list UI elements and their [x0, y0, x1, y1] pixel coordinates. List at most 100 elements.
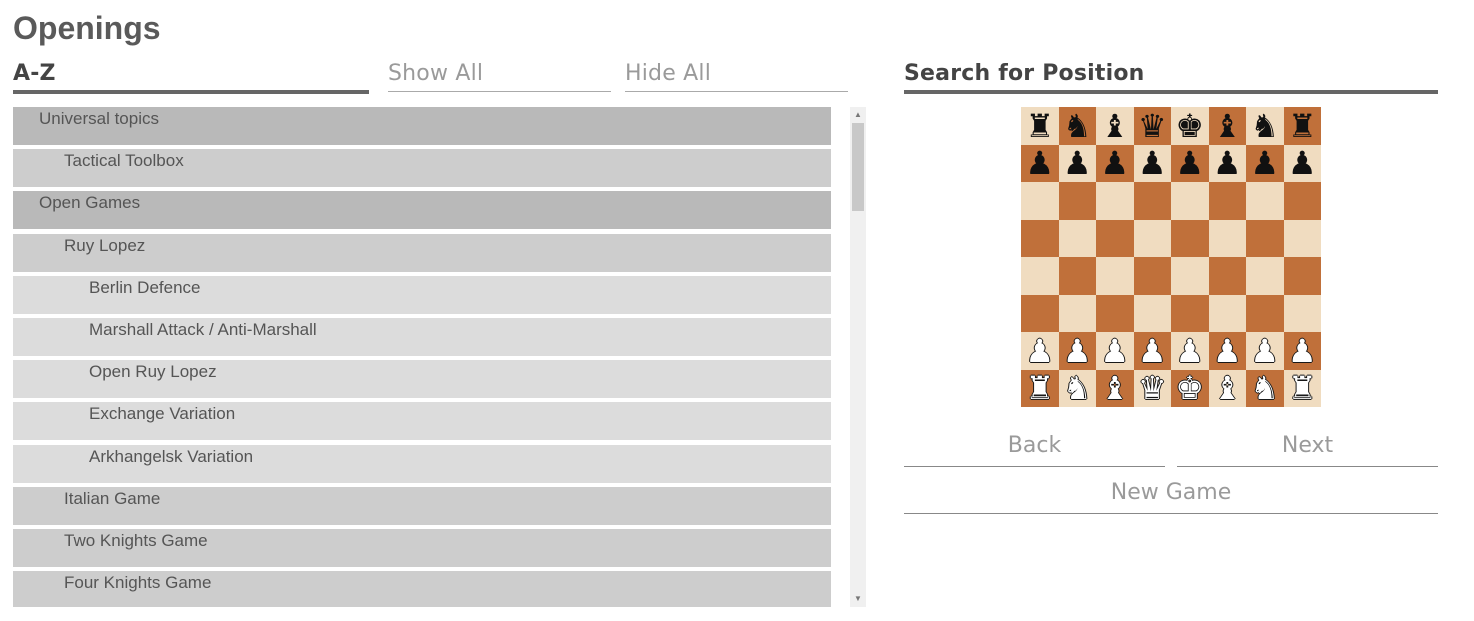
board-square[interactable]: ♞ — [1246, 107, 1284, 145]
board-square[interactable]: ♞ — [1058, 107, 1096, 145]
white-pawn-icon[interactable]: ♟ — [1213, 335, 1242, 367]
opening-list-item[interactable]: Berlin Defence — [13, 275, 831, 314]
black-bishop-icon[interactable]: ♝ — [1100, 110, 1129, 142]
scroll-thumb[interactable] — [852, 123, 864, 211]
board-square[interactable] — [1096, 182, 1134, 220]
black-pawn-icon[interactable]: ♟ — [1063, 147, 1092, 179]
white-knight-icon[interactable]: ♞ — [1250, 372, 1279, 404]
white-rook-icon[interactable]: ♜ — [1025, 372, 1054, 404]
board-square[interactable] — [1246, 182, 1284, 220]
white-pawn-icon[interactable]: ♟ — [1138, 335, 1167, 367]
board-square[interactable] — [1133, 257, 1171, 295]
board-square[interactable] — [1208, 182, 1246, 220]
board-square[interactable]: ♟ — [1058, 332, 1096, 370]
board-square[interactable] — [1133, 219, 1171, 257]
white-king-icon[interactable]: ♚ — [1175, 372, 1204, 404]
chess-board[interactable]: ♜ ♞ ♝ ♛ ♚ ♝ ♞ ♜ ♟ ♟ ♟ ♟ ♟ ♟ ♟ ♟ ♟ ♟ ♟ ♟ ♟ ♟ ♟ ♟ ♜ ♞ ♝ ♛ ♚ ♝ ♞ ♜ — [1021, 107, 1321, 407]
opening-list-item[interactable]: Ruy Lopez — [13, 233, 831, 272]
board-square[interactable] — [1171, 182, 1209, 220]
white-bishop-icon[interactable]: ♝ — [1100, 372, 1129, 404]
opening-list-item[interactable]: Open Games — [13, 191, 831, 230]
board-square[interactable] — [1283, 219, 1321, 257]
board-square[interactable] — [1058, 219, 1096, 257]
black-king-icon[interactable]: ♚ — [1175, 110, 1204, 142]
white-rook-icon[interactable]: ♜ — [1288, 372, 1317, 404]
board-square[interactable]: ♞ — [1058, 369, 1096, 407]
board-square[interactable] — [1021, 219, 1059, 257]
board-square[interactable]: ♜ — [1021, 369, 1059, 407]
show-all-button[interactable]: Show All — [388, 60, 611, 92]
black-pawn-icon[interactable]: ♟ — [1288, 147, 1317, 179]
black-pawn-icon[interactable]: ♟ — [1213, 147, 1242, 179]
black-pawn-icon[interactable]: ♟ — [1100, 147, 1129, 179]
board-square[interactable]: ♟ — [1171, 332, 1209, 370]
black-knight-icon[interactable]: ♞ — [1063, 110, 1092, 142]
white-pawn-icon[interactable]: ♟ — [1250, 335, 1279, 367]
board-square[interactable] — [1096, 257, 1134, 295]
opening-list-item[interactable]: Arkhangelsk Variation — [13, 444, 831, 483]
board-square[interactable] — [1171, 219, 1209, 257]
black-pawn-icon[interactable]: ♟ — [1175, 147, 1204, 179]
white-queen-icon[interactable]: ♛ — [1138, 372, 1167, 404]
board-square[interactable] — [1096, 294, 1134, 332]
board-square[interactable]: ♟ — [1058, 144, 1096, 182]
board-square[interactable]: ♟ — [1208, 144, 1246, 182]
board-square[interactable] — [1021, 294, 1059, 332]
white-pawn-icon[interactable]: ♟ — [1288, 335, 1317, 367]
board-square[interactable] — [1246, 294, 1284, 332]
opening-list-item[interactable]: Italian Game — [13, 486, 831, 525]
scroll-up-arrow-icon[interactable]: ▲ — [850, 109, 866, 121]
new-game-button[interactable]: New Game — [904, 480, 1438, 514]
board-square[interactable]: ♞ — [1246, 369, 1284, 407]
black-queen-icon[interactable]: ♛ — [1138, 110, 1167, 142]
board-square[interactable] — [1171, 257, 1209, 295]
board-square[interactable]: ♟ — [1021, 144, 1059, 182]
board-square[interactable]: ♟ — [1133, 144, 1171, 182]
black-rook-icon[interactable]: ♜ — [1288, 110, 1317, 142]
board-square[interactable]: ♟ — [1021, 332, 1059, 370]
board-square[interactable]: ♛ — [1133, 369, 1171, 407]
board-square[interactable]: ♚ — [1171, 369, 1209, 407]
openings-scrollbar[interactable]: ▲ ▼ — [850, 107, 866, 607]
board-square[interactable] — [1058, 182, 1096, 220]
black-pawn-icon[interactable]: ♟ — [1025, 147, 1054, 179]
board-square[interactable]: ♝ — [1208, 369, 1246, 407]
board-square[interactable]: ♟ — [1133, 332, 1171, 370]
board-square[interactable] — [1021, 182, 1059, 220]
board-square[interactable] — [1283, 257, 1321, 295]
white-pawn-icon[interactable]: ♟ — [1175, 335, 1204, 367]
board-square[interactable]: ♟ — [1096, 332, 1134, 370]
hide-all-button[interactable]: Hide All — [625, 60, 848, 92]
board-square[interactable] — [1133, 182, 1171, 220]
white-pawn-icon[interactable]: ♟ — [1025, 335, 1054, 367]
board-square[interactable]: ♟ — [1246, 144, 1284, 182]
board-square[interactable]: ♜ — [1283, 107, 1321, 145]
next-button[interactable]: Next — [1177, 433, 1438, 467]
board-square[interactable]: ♟ — [1283, 332, 1321, 370]
board-square[interactable] — [1283, 182, 1321, 220]
black-pawn-icon[interactable]: ♟ — [1250, 147, 1279, 179]
board-square[interactable] — [1283, 294, 1321, 332]
board-square[interactable] — [1133, 294, 1171, 332]
board-square[interactable]: ♜ — [1021, 107, 1059, 145]
white-pawn-icon[interactable]: ♟ — [1063, 335, 1092, 367]
board-square[interactable]: ♛ — [1133, 107, 1171, 145]
board-square[interactable] — [1208, 219, 1246, 257]
board-square[interactable] — [1096, 219, 1134, 257]
opening-list-item[interactable]: Tactical Toolbox — [13, 149, 831, 188]
board-square[interactable]: ♟ — [1208, 332, 1246, 370]
black-knight-icon[interactable]: ♞ — [1250, 110, 1279, 142]
board-square[interactable]: ♚ — [1171, 107, 1209, 145]
opening-list-item[interactable]: Exchange Variation — [13, 402, 831, 441]
board-square[interactable] — [1246, 257, 1284, 295]
scroll-down-arrow-icon[interactable]: ▼ — [850, 593, 866, 605]
opening-list-item[interactable]: Open Ruy Lopez — [13, 360, 831, 399]
board-square[interactable]: ♝ — [1096, 107, 1134, 145]
board-square[interactable]: ♟ — [1283, 144, 1321, 182]
white-bishop-icon[interactable]: ♝ — [1213, 372, 1242, 404]
opening-list-item[interactable]: Universal topics — [13, 107, 831, 145]
tab-search-for-position[interactable]: Search for Position — [904, 60, 1438, 94]
board-square[interactable] — [1171, 294, 1209, 332]
opening-list-item[interactable]: Two Knights Game — [13, 528, 831, 567]
back-button[interactable]: Back — [904, 433, 1165, 467]
